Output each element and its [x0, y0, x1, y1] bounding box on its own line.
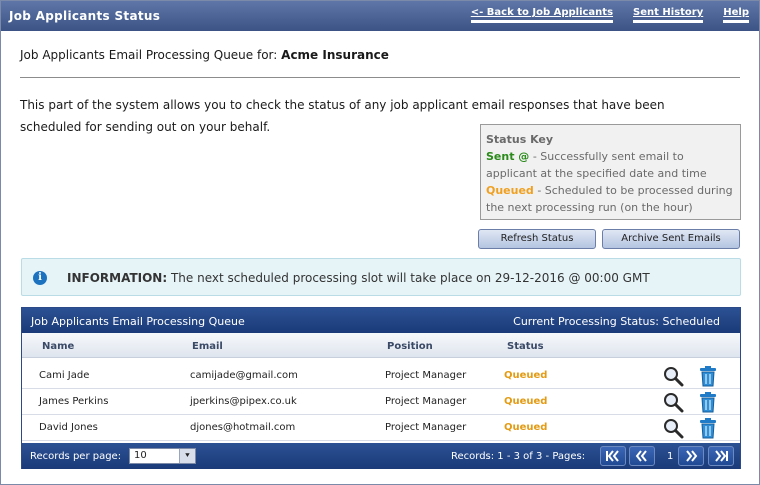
page-heading: Job Applicants Email Processing Queue fo…	[20, 48, 389, 62]
cell-name: David Jones	[39, 422, 98, 433]
cell-position: Project Manager	[385, 396, 467, 407]
app-window: Job Applicants Status <- Back to Job App…	[0, 0, 760, 485]
queued-label: Queued	[486, 184, 534, 197]
trash-icon[interactable]	[697, 417, 719, 439]
trash-icon[interactable]	[697, 365, 719, 387]
sent-label: Sent @	[486, 150, 530, 163]
grid-title: Job Applicants Email Processing Queue	[31, 315, 245, 328]
magnifier-icon[interactable]	[662, 417, 684, 439]
column-header-position[interactable]: Position	[387, 341, 433, 352]
table-row: Cami Jade camijade@gmail.com Project Man…	[22, 363, 740, 389]
records-per-page-label: Records per page:	[30, 451, 122, 462]
cell-position: Project Manager	[385, 370, 467, 381]
magnifier-icon[interactable]	[662, 365, 684, 387]
next-page-button[interactable]	[678, 446, 704, 466]
table-row: James Perkins jperkins@pipex.co.uk Proje…	[22, 389, 740, 415]
chevron-down-icon[interactable]: ⯆	[179, 449, 195, 463]
refresh-status-button[interactable]: Refresh Status	[478, 229, 596, 249]
cell-email: jperkins@pipex.co.uk	[190, 396, 297, 407]
window-title: Job Applicants Status	[9, 9, 161, 23]
top-links: <- Back to Job Applicants Sent History H…	[470, 7, 749, 23]
grid-header: Job Applicants Email Processing Queue Cu…	[22, 308, 740, 333]
information-label: INFORMATION:	[67, 271, 168, 285]
cell-position: Project Manager	[385, 422, 467, 433]
column-header-email[interactable]: Email	[192, 341, 223, 352]
information-message: The next scheduled processing slot will …	[170, 271, 650, 285]
status-badge: Queued	[504, 422, 548, 433]
help-link[interactable]: Help	[723, 7, 749, 23]
status-key-queued: Queued - Scheduled to be processed durin…	[486, 182, 735, 216]
current-page-number[interactable]: 1	[667, 451, 673, 462]
status-badge: Queued	[504, 370, 548, 381]
column-header-name[interactable]: Name	[42, 341, 74, 352]
info-icon: i	[33, 271, 47, 285]
previous-page-button[interactable]	[629, 446, 655, 466]
magnifier-icon[interactable]	[662, 391, 684, 413]
cell-email: djones@hotmail.com	[190, 422, 296, 433]
column-headers: Name Email Position Status	[22, 333, 740, 358]
grid-footer: Records per page: 10 ⯆ Records: 1 - 3 of…	[22, 443, 740, 469]
last-page-button[interactable]	[708, 446, 734, 466]
sent-history-link[interactable]: Sent History	[633, 7, 704, 23]
status-key-sent: Sent @ - Successfully sent email to appl…	[486, 148, 735, 182]
status-key-title: Status Key	[486, 133, 554, 146]
trash-icon[interactable]	[697, 391, 719, 413]
information-banner: i INFORMATION: The next scheduled proces…	[21, 258, 741, 296]
column-header-status[interactable]: Status	[507, 341, 544, 352]
status-badge: Queued	[504, 396, 548, 407]
page-heading-prefix: Job Applicants Email Processing Queue fo…	[20, 48, 278, 62]
cell-name: James Perkins	[39, 396, 109, 407]
last-page-icon	[715, 450, 728, 462]
information-text: INFORMATION: The next scheduled processi…	[67, 271, 650, 285]
cell-email: camijade@gmail.com	[190, 370, 298, 381]
cell-name: Cami Jade	[39, 370, 90, 381]
records-summary: Records: 1 - 3 of 3 - Pages:	[451, 451, 586, 462]
processing-queue-grid: Job Applicants Email Processing Queue Cu…	[21, 307, 741, 469]
table-row: David Jones djones@hotmail.com Project M…	[22, 415, 740, 441]
divider	[20, 77, 740, 78]
prev-page-icon	[635, 450, 647, 462]
first-page-button[interactable]	[600, 446, 626, 466]
title-bar: Job Applicants Status <- Back to Job App…	[1, 1, 759, 31]
records-per-page-select[interactable]: 10 ⯆	[129, 448, 196, 464]
back-to-job-applicants-link[interactable]: <- Back to Job Applicants	[470, 7, 614, 23]
processing-status: Current Processing Status: Scheduled	[513, 315, 720, 328]
first-page-icon	[606, 450, 619, 462]
records-per-page-value: 10	[134, 450, 147, 461]
company-name: Acme Insurance	[281, 48, 389, 62]
next-page-icon	[686, 450, 698, 462]
status-key-panel: Status Key Sent @ - Successfully sent em…	[480, 124, 741, 220]
archive-sent-emails-button[interactable]: Archive Sent Emails	[602, 229, 740, 249]
